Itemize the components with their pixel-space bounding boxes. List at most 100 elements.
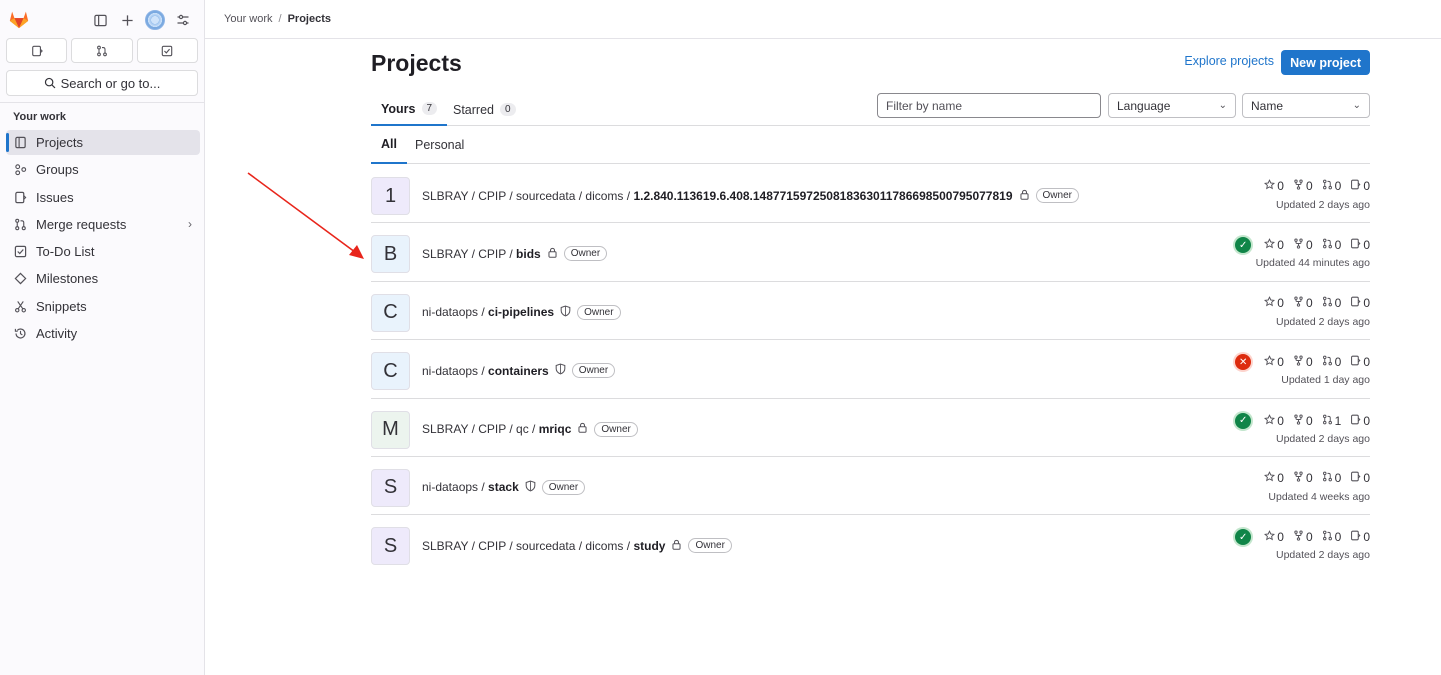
- forks-count-value: 0: [1305, 530, 1313, 545]
- updated-timestamp: Updated 2 days ago: [1276, 432, 1370, 445]
- project-name-link[interactable]: ni-dataops / ci-pipelines Owner: [422, 304, 621, 320]
- pipeline-passed-icon[interactable]: ✓: [1235, 412, 1252, 429]
- star-icon: [1264, 238, 1276, 252]
- issues-count[interactable]: 0: [1350, 355, 1370, 369]
- project-avatar[interactable]: S: [371, 527, 410, 566]
- issue-small-icon: [1350, 414, 1361, 428]
- merge-request-icon: [1322, 530, 1333, 544]
- merge-requests-count[interactable]: 1: [1322, 413, 1342, 428]
- stars-count[interactable]: 0: [1264, 414, 1284, 428]
- forks-count[interactable]: 0: [1293, 296, 1313, 310]
- project-name: containers: [488, 363, 549, 378]
- sidebar-toggle-icon[interactable]: [91, 11, 109, 29]
- project-avatar[interactable]: C: [371, 293, 410, 332]
- issues-count[interactable]: 0: [1350, 179, 1370, 193]
- admin-settings-icon[interactable]: [174, 11, 192, 29]
- issues-count[interactable]: 0: [1350, 471, 1370, 485]
- sidebar-item-activity[interactable]: Activity: [6, 321, 200, 346]
- issue-small-icon: [1350, 471, 1361, 485]
- forks-count[interactable]: 0: [1293, 238, 1313, 252]
- issues-count-value: 0: [1363, 355, 1370, 370]
- tab-yours[interactable]: Yours 7: [371, 93, 448, 126]
- issues-count[interactable]: 0: [1350, 530, 1370, 544]
- forks-count[interactable]: 0: [1293, 414, 1313, 428]
- project-namespace: SLBRAY / CPIP /: [422, 246, 517, 261]
- sidebar-item-snippets[interactable]: Snippets: [6, 294, 200, 319]
- stars-count[interactable]: 0: [1264, 238, 1284, 252]
- forks-count-value: 0: [1305, 355, 1313, 370]
- project-avatar[interactable]: M: [371, 410, 410, 449]
- lock-icon: [577, 422, 588, 436]
- project-name-link[interactable]: SLBRAY / CPIP / sourcedata / dicoms / st…: [422, 538, 732, 554]
- sidebar-item-projects[interactable]: Projects: [6, 130, 200, 155]
- sidebar-item-groups[interactable]: Groups: [6, 157, 200, 182]
- project-name-link[interactable]: SLBRAY / CPIP / qc / mriqc Owner: [422, 421, 638, 437]
- merge-requests-count-value: 1: [1334, 413, 1342, 428]
- merge-requests-count[interactable]: 0: [1322, 530, 1341, 544]
- merge-requests-button[interactable]: [71, 38, 133, 63]
- plus-icon[interactable]: [118, 11, 136, 29]
- stars-count[interactable]: 0: [1264, 296, 1284, 310]
- sidebar-item-issues[interactable]: Issues: [6, 185, 200, 210]
- pipeline-passed-icon[interactable]: ✓: [1235, 237, 1252, 254]
- sidebar-item-to-do-list[interactable]: To-Do List: [6, 239, 200, 264]
- forks-count[interactable]: 0: [1293, 355, 1313, 369]
- fork-icon: [1293, 296, 1304, 310]
- project-name: bids: [516, 246, 541, 261]
- merge-requests-count[interactable]: 0: [1322, 355, 1341, 369]
- milestone-icon: [13, 272, 27, 286]
- gitlab-logo-icon[interactable]: [8, 8, 30, 30]
- breadcrumb-your-work[interactable]: Your work: [224, 13, 273, 25]
- search-button[interactable]: Search or go to...: [6, 70, 198, 96]
- sidebar-item-label: Groups: [36, 162, 79, 178]
- project-name: 1.2.840.113619.6.408.1487715972508183630…: [633, 188, 1013, 203]
- project-name-link[interactable]: SLBRAY / CPIP / bids Owner: [422, 246, 608, 262]
- role-badge: Owner: [594, 421, 638, 437]
- project-name-link[interactable]: ni-dataops / containers Owner: [422, 363, 616, 379]
- stars-count[interactable]: 0: [1264, 530, 1284, 544]
- breadcrumb-projects[interactable]: Projects: [288, 13, 331, 25]
- merge-requests-count[interactable]: 0: [1322, 238, 1341, 252]
- forks-count[interactable]: 0: [1293, 179, 1313, 193]
- sidebar-item-milestones[interactable]: Milestones: [6, 266, 200, 291]
- issues-count[interactable]: 0: [1350, 238, 1370, 252]
- issues-count[interactable]: 0: [1350, 414, 1370, 428]
- project-avatar[interactable]: B: [371, 235, 410, 274]
- assigned-issues-button[interactable]: [6, 38, 68, 63]
- project-name: mriqc: [538, 422, 572, 437]
- project-avatar[interactable]: S: [371, 468, 410, 507]
- tab-starred[interactable]: Starred 0: [453, 93, 516, 126]
- merge-requests-count[interactable]: 0: [1322, 296, 1341, 310]
- issues-count[interactable]: 0: [1350, 296, 1370, 310]
- stars-count-value: 0: [1277, 530, 1284, 545]
- pipeline-failed-icon[interactable]: ✕: [1235, 354, 1252, 371]
- project-name-link[interactable]: SLBRAY / CPIP / sourcedata / dicoms / 1.…: [422, 188, 1079, 203]
- stars-count[interactable]: 0: [1264, 471, 1284, 485]
- group-icon: [13, 163, 27, 177]
- stars-count[interactable]: 0: [1264, 355, 1284, 369]
- todo-button[interactable]: [136, 38, 198, 63]
- project-name-link[interactable]: ni-dataops / stack Owner: [422, 479, 586, 495]
- issues-icon: [31, 45, 43, 56]
- sidebar-item-merge-requests[interactable]: Merge requests ›: [6, 212, 200, 237]
- forks-count[interactable]: 0: [1293, 530, 1313, 544]
- project-row: Cni-dataops / ci-pipelines Owner 0 0 0 0 Updat…: [371, 282, 1370, 341]
- forks-count[interactable]: 0: [1293, 471, 1313, 485]
- merge-requests-count[interactable]: 0: [1322, 179, 1341, 193]
- user-avatar[interactable]: [145, 10, 165, 30]
- pipeline-passed-icon[interactable]: ✓: [1235, 529, 1252, 546]
- language-dropdown[interactable]: Language ⌄: [1108, 93, 1236, 118]
- project-avatar[interactable]: C: [371, 352, 410, 391]
- subtab-personal[interactable]: Personal: [415, 126, 464, 164]
- filter-by-name-input[interactable]: [877, 93, 1101, 118]
- page-title: Projects: [371, 50, 462, 76]
- new-project-button[interactable]: New project: [1281, 50, 1370, 75]
- project-avatar[interactable]: 1: [371, 177, 410, 215]
- role-badge: Owner: [563, 246, 608, 262]
- sort-dropdown[interactable]: Name ⌄: [1242, 93, 1370, 118]
- merge-requests-count[interactable]: 0: [1322, 471, 1341, 485]
- explore-projects-button[interactable]: Explore projects: [1184, 54, 1274, 68]
- project-stats: ✓ 0 0 0 0: [1235, 529, 1370, 546]
- subtab-all[interactable]: All: [371, 126, 407, 164]
- stars-count[interactable]: 0: [1264, 179, 1284, 193]
